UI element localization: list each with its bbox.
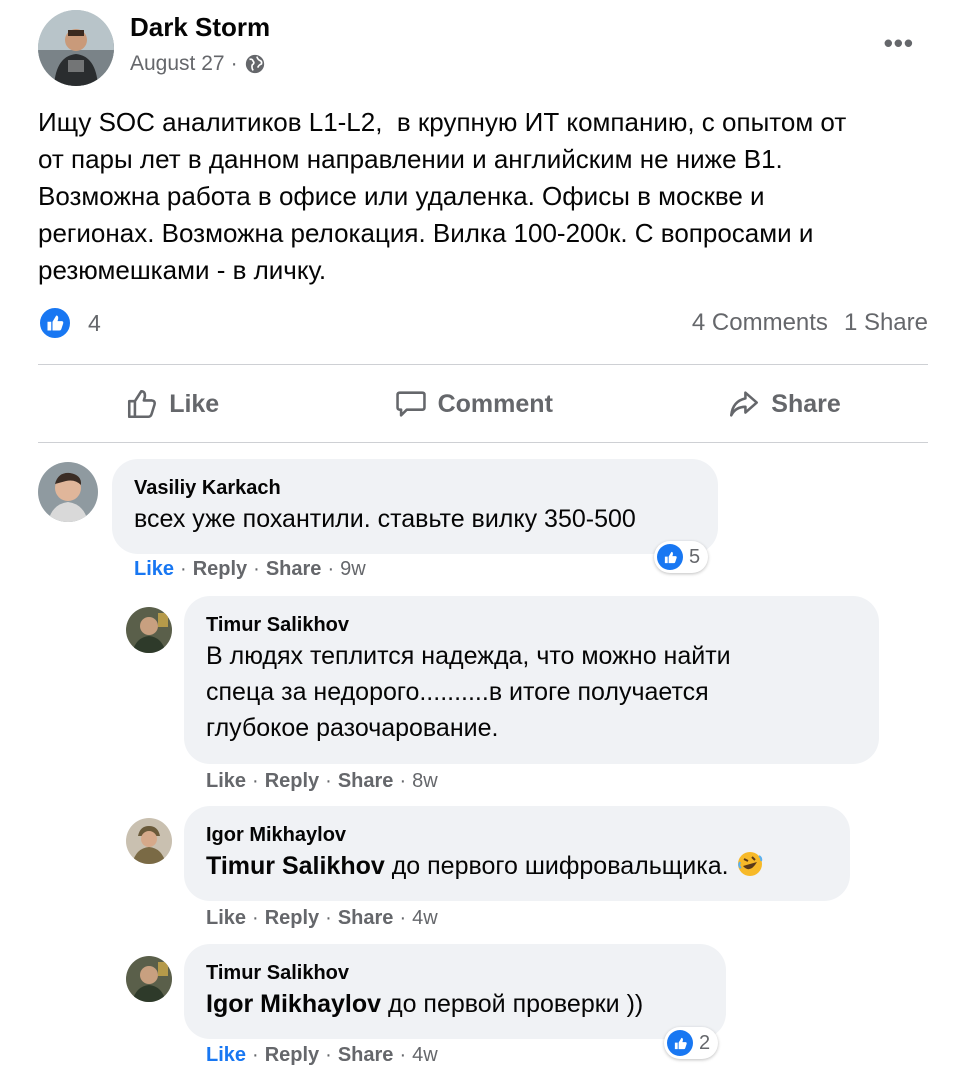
like-reaction-icon [38, 306, 72, 340]
mention-link[interactable]: Timur Salikhov [206, 852, 385, 880]
divider [38, 442, 928, 443]
comment-body: до первого шифровальщика. [384, 852, 736, 880]
like-label: Like [169, 389, 220, 418]
commenter-name[interactable]: Timur Salikhov [206, 960, 704, 986]
comment-reply-link[interactable]: Reply [265, 1044, 319, 1067]
comment-bubble: Igor Mikhaylov Timur Salikhov до первого… [184, 806, 850, 901]
comment-reactions[interactable]: 5 [654, 541, 709, 573]
comment-share-link[interactable]: Share [338, 907, 394, 930]
comment-share-link[interactable]: Share [338, 770, 394, 793]
comment-bubble: Timur Salikhov Igor Mikhaylov до первой … [184, 944, 726, 1039]
separator: · [253, 558, 260, 580]
comment-like-link[interactable]: Like [206, 1044, 246, 1067]
comment-actions: Like · Reply · Share · 9w [134, 558, 366, 581]
post-actions-bar: Like Comment Share [38, 366, 928, 442]
separator: · [252, 770, 259, 792]
shares-count[interactable]: 1 Share [844, 309, 928, 337]
separator: · [325, 770, 332, 792]
comment-time[interactable]: 8w [412, 770, 438, 793]
author-avatar[interactable] [38, 10, 114, 86]
facebook-post: Dark Storm August 27 · ••• Ищу SOC анали… [0, 0, 974, 1072]
separator: · [327, 558, 335, 580]
post-stats: 4 4 Comments 1 Share [38, 305, 928, 341]
separator: · [325, 907, 332, 929]
comment-reply-link[interactable]: Reply [265, 770, 319, 793]
post-date[interactable]: August 27 [130, 52, 225, 76]
share-label: Share [771, 389, 841, 418]
separator: · [252, 907, 259, 929]
commenter-avatar[interactable] [126, 956, 172, 1002]
commenter-name[interactable]: Timur Salikhov [206, 612, 857, 638]
commenter-name[interactable]: Igor Mikhaylov [206, 822, 828, 848]
comment-reply-link[interactable]: Reply [265, 907, 319, 930]
separator: · [399, 907, 407, 929]
separator: · [399, 1044, 407, 1066]
comment-time[interactable]: 4w [412, 907, 438, 930]
comment-label: Comment [437, 389, 553, 418]
comment-like-link[interactable]: Like [206, 770, 246, 793]
commenter-avatar[interactable] [126, 607, 172, 653]
comment-share-link[interactable]: Share [266, 558, 322, 581]
comment-reactions-count: 5 [689, 545, 701, 568]
comment-reactions-count: 2 [699, 1031, 711, 1054]
comment-actions: Like · Reply · Share · 8w [206, 770, 438, 793]
divider [38, 364, 928, 365]
comment-reactions[interactable]: 2 [664, 1027, 719, 1059]
meta-separator: · [230, 52, 238, 75]
commenter-avatar[interactable] [126, 818, 172, 864]
globe-icon [245, 54, 264, 74]
like-reaction-icon [667, 1030, 693, 1056]
separator: · [325, 1044, 332, 1066]
like-reaction-icon [657, 544, 683, 570]
comment-text: всех уже похантили. ставьте вилку 350-50… [134, 505, 636, 533]
comment-time[interactable]: 4w [412, 1044, 438, 1067]
separator: · [180, 558, 187, 580]
comment-like-link[interactable]: Like [134, 558, 174, 581]
thumbs-up-icon [128, 389, 157, 419]
comment-text: Igor Mikhaylov до первой проверки )) [206, 986, 704, 1022]
post-meta: August 27 · [130, 52, 266, 76]
comment-icon [395, 391, 426, 417]
rolling-on-floor-laughing-emoji [737, 852, 762, 876]
engagement-counts: 4 Comments 1 Share [692, 309, 928, 337]
share-arrow-icon [730, 391, 759, 417]
post-author-name[interactable]: Dark Storm [130, 12, 270, 43]
reactions-count: 4 [88, 309, 101, 336]
more-options-icon[interactable]: ••• [884, 30, 914, 56]
comment-text: В людях теплится надежда, что можно найт… [206, 642, 731, 742]
mention-link[interactable]: Igor Mikhaylov [206, 990, 381, 1018]
separator: · [252, 1044, 259, 1066]
comment-share-link[interactable]: Share [338, 1044, 394, 1067]
comment-text: Timur Salikhov до первого шифровальщика. [206, 848, 828, 884]
commenter-avatar[interactable] [38, 462, 98, 522]
comment-body: до первой проверки )) [381, 990, 644, 1018]
comment-time[interactable]: 9w [340, 558, 366, 581]
share-button[interactable]: Share [727, 387, 841, 421]
separator: · [399, 770, 407, 792]
comment-bubble: Vasiliy Karkach всех уже похантили. став… [112, 459, 718, 554]
commenter-name[interactable]: Vasiliy Karkach [134, 475, 696, 501]
comment-like-link[interactable]: Like [206, 907, 246, 930]
comments-count[interactable]: 4 Comments [692, 309, 828, 337]
reactions-summary[interactable]: 4 [38, 306, 101, 340]
comment-button[interactable]: Comment [394, 387, 553, 421]
comment-actions: Like · Reply · Share · 4w [206, 1044, 438, 1067]
like-button[interactable]: Like [125, 387, 219, 421]
post-text: Ищу SOC аналитиков L1-L2, в крупную ИТ к… [38, 107, 847, 285]
comment-reply-link[interactable]: Reply [193, 558, 247, 581]
comment-actions: Like · Reply · Share · 4w [206, 907, 438, 930]
comment-bubble: Timur Salikhov В людях теплится надежда,… [184, 596, 879, 764]
